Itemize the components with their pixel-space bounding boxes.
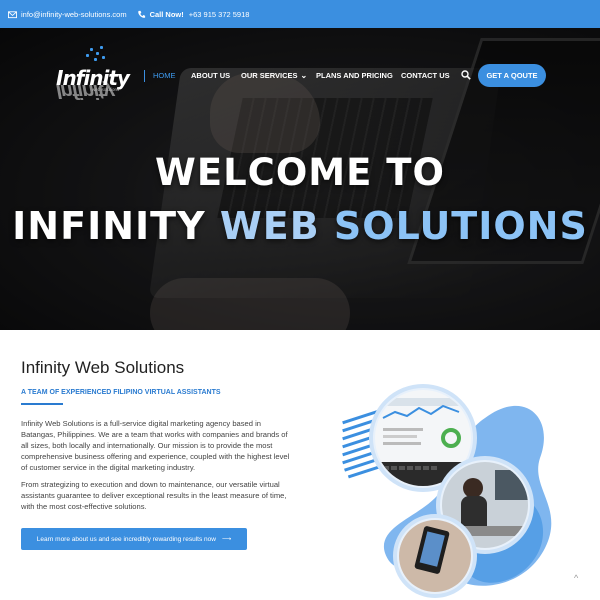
hero-brand-word-2: WEB [219, 204, 320, 248]
nav-contact-us[interactable]: CONTACT US [401, 71, 450, 80]
email-contact[interactable]: info@infinity-web-solutions.com [8, 10, 127, 19]
chevron-down-icon: ⌄ [300, 71, 308, 80]
about-image-collage [342, 384, 552, 598]
logo-tagline: web solutions [92, 87, 120, 92]
hero-brand-name: INFINITY WEB SOLUTIONS [0, 204, 600, 248]
email-text[interactable]: info@infinity-web-solutions.com [21, 10, 127, 19]
hero-brand-word-3: SOLUTIONS [333, 204, 588, 248]
learn-more-label: Learn more about us and see incredibly r… [36, 535, 216, 543]
learn-more-button[interactable]: Learn more about us and see incredibly r… [21, 528, 247, 550]
search-icon[interactable] [461, 70, 471, 80]
phone-icon [137, 10, 145, 18]
phone-contact[interactable]: Call Now! +63 915 372 5918 [137, 9, 250, 19]
about-title: Infinity Web Solutions [21, 358, 185, 377]
phone-text[interactable]: +63 915 372 5918 [189, 10, 250, 19]
arrow-right-icon: ⟶ [221, 536, 232, 543]
nav-divider [144, 70, 145, 82]
about-paragraph-1: Infinity Web Solutions is a full-service… [21, 419, 290, 472]
nav-our-services-label: OUR SERVICES [241, 71, 298, 80]
call-label: Call Now! [149, 9, 184, 19]
hero-headline: WELCOME TO [155, 151, 445, 194]
nav-about-us[interactable]: ABOUT US [191, 71, 230, 80]
nav-home[interactable]: HOME [153, 71, 176, 80]
about-underline [21, 403, 63, 405]
about-paragraph-2: From strategizing to execution and down … [21, 480, 287, 511]
nav-plans-and-pricing[interactable]: PLANS AND PRICING [316, 71, 393, 80]
about-subtitle: A TEAM OF EXPERIENCED FILIPINO VIRTUAL A… [21, 389, 221, 396]
get-a-quote-button[interactable]: GET A QOUTE [478, 64, 546, 87]
top-contact-bar: info@infinity-web-solutions.com Call Now… [0, 0, 600, 28]
nav-our-services[interactable]: OUR SERVICES ⌄ [241, 71, 307, 80]
mail-icon [8, 10, 17, 18]
phone-in-hand-photo [393, 514, 477, 598]
hero-brand-word-1: INFINITY [12, 204, 206, 248]
chevron-up-icon[interactable]: ^ [574, 573, 578, 583]
site-logo[interactable]: Infinity Infinity web solutions [56, 46, 140, 102]
